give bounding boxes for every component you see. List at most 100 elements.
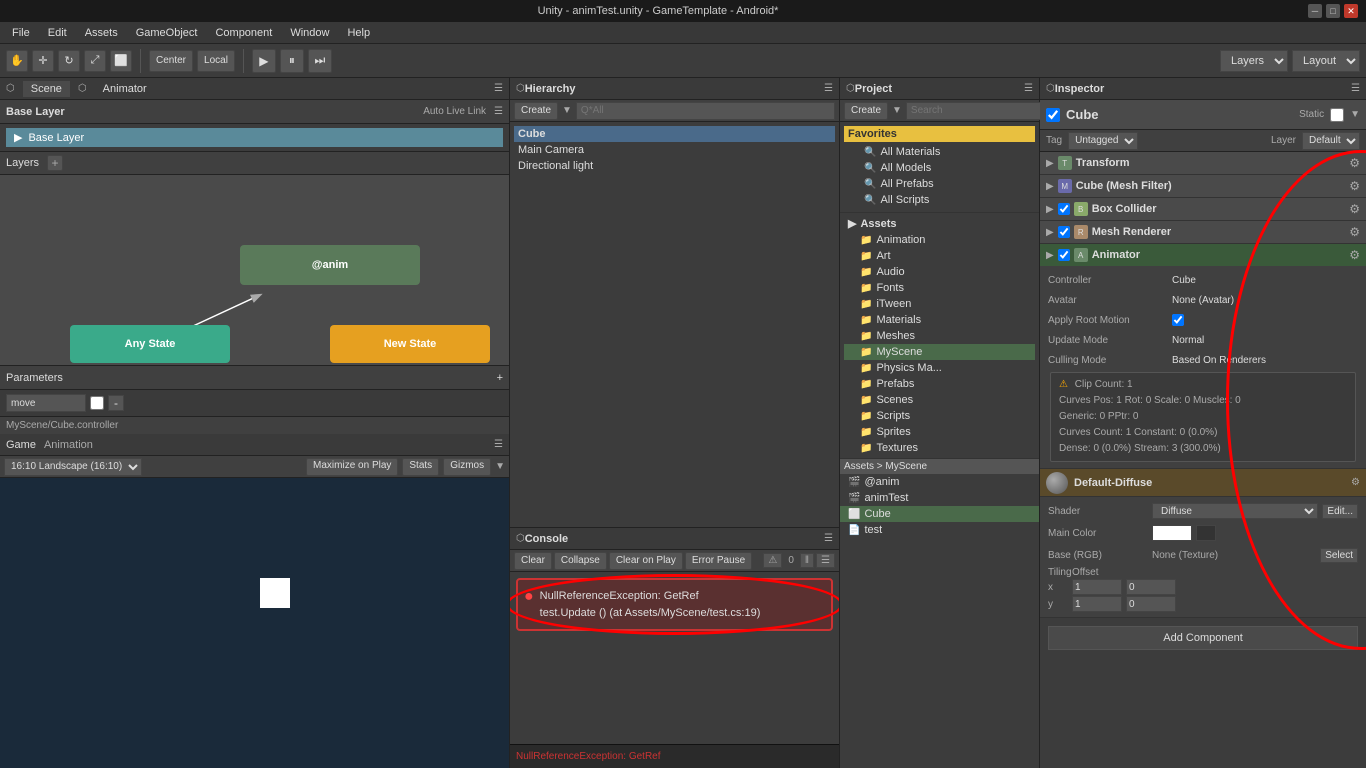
asset-sprites[interactable]: 📁 Sprites [844,424,1035,440]
base-layer-item[interactable]: ▶ Base Layer [6,128,503,147]
layout-dropdown[interactable]: Layout [1292,50,1360,72]
menu-file[interactable]: File [4,25,38,41]
menu-window[interactable]: Window [282,25,337,41]
param-checkbox[interactable] [90,396,104,410]
offset-x-input[interactable] [1126,579,1176,595]
menu-gameobject[interactable]: GameObject [128,25,206,41]
asset-fonts[interactable]: 📁 Fonts [844,280,1035,296]
mesh-renderer-gear[interactable]: ⚙ [1349,225,1360,239]
console-collapse-btn[interactable]: ‖ [800,553,814,568]
center-button[interactable]: Center [149,50,193,72]
close-button[interactable]: ✕ [1344,4,1358,18]
fav-all-materials[interactable]: 🔍 All Materials [844,144,1035,160]
add-param-button[interactable]: + [497,372,503,384]
state-machine-canvas[interactable]: @anim Any State New State [0,175,509,365]
state-new[interactable]: New State [330,325,490,363]
object-active-checkbox[interactable] [1046,108,1060,122]
project-create-button[interactable]: Create [844,102,888,120]
add-component-button[interactable]: Add Component [1048,626,1358,650]
transform-gear[interactable]: ⚙ [1349,156,1360,170]
asset-scenes[interactable]: 📁 Scenes [844,392,1035,408]
resolution-dropdown[interactable]: 16:10 Landscape (16:10) [4,458,142,476]
maximize-on-play-btn[interactable]: Maximize on Play [306,458,398,476]
pause-button[interactable]: ⏸ [280,49,304,73]
myscene-test[interactable]: 📄 test [840,522,1039,538]
fav-all-models[interactable]: 🔍 All Models [844,160,1035,176]
box-collider-gear[interactable]: ⚙ [1349,202,1360,216]
animator-comp-gear[interactable]: ⚙ [1349,248,1360,262]
create-dropdown-arrow[interactable]: ▼ [562,105,572,116]
asset-itween[interactable]: 📁 iTween [844,296,1035,312]
maximize-button[interactable]: □ [1326,4,1340,18]
auto-live-link[interactable]: Auto Live Link [423,106,486,117]
menu-edit[interactable]: Edit [40,25,75,41]
asset-prefabs[interactable]: 📁 Prefabs [844,376,1035,392]
mesh-renderer-header[interactable]: ▶ R Mesh Renderer ⚙ [1040,221,1366,243]
console-expand-btn[interactable]: ☰ [816,553,835,568]
play-button[interactable]: ▶ [252,49,276,73]
project-menu[interactable]: ☰ [1024,83,1033,94]
add-layer-button[interactable]: + [47,155,63,171]
offset-y-input[interactable] [1126,596,1176,612]
hierarchy-search[interactable] [576,102,835,120]
game-panel-menu[interactable]: ▼ [495,461,505,472]
layer-select[interactable]: Default [1302,132,1360,150]
animator-menu[interactable]: ☰ [494,106,503,117]
clear-on-play-button[interactable]: Clear on Play [609,552,683,570]
gizmos-btn[interactable]: Gizmos [443,458,491,476]
move-tool[interactable]: ✛ [32,50,54,72]
static-dropdown[interactable]: ▼ [1350,109,1360,120]
animator-tab[interactable]: Animator [95,81,155,97]
clear-button[interactable]: Clear [514,552,552,570]
panel-menu[interactable]: ☰ [494,83,503,94]
create-arrow[interactable]: ▼ [892,105,902,116]
console-menu[interactable]: ☰ [824,533,833,544]
create-button[interactable]: Create [514,102,558,120]
minimize-button[interactable]: ─ [1308,4,1322,18]
state-any[interactable]: Any State [70,325,230,363]
asset-meshes[interactable]: 📁 Meshes [844,328,1035,344]
myscene-cube[interactable]: ⬜ Cube [840,506,1039,522]
stats-btn[interactable]: Stats [402,458,439,476]
hier-cube[interactable]: Cube [514,126,835,142]
select-button[interactable]: Select [1320,548,1358,563]
asset-materials[interactable]: 📁 Materials [844,312,1035,328]
asset-scripts[interactable]: 📁 Scripts [844,408,1035,424]
hier-light[interactable]: Directional light [514,158,835,174]
menu-component[interactable]: Component [207,25,280,41]
param-remove-button[interactable]: - [108,395,124,411]
project-search[interactable] [906,102,1048,120]
param-name-input[interactable] [6,394,86,412]
rect-tool[interactable]: ⬜ [110,50,132,72]
hierarchy-menu[interactable]: ☰ [824,83,833,94]
color-picker-black[interactable] [1196,525,1216,541]
menu-assets[interactable]: Assets [77,25,126,41]
rotate-tool[interactable]: ↻ [58,50,80,72]
step-button[interactable]: ⏭ [308,49,332,73]
asset-animation[interactable]: 📁 Animation [844,232,1035,248]
myscene-anim[interactable]: 🎬 @anim [840,474,1039,490]
fav-all-prefabs[interactable]: 🔍 All Prefabs [844,176,1035,192]
animation-tab[interactable]: Animation [44,439,93,451]
local-button[interactable]: Local [197,50,235,72]
box-collider-checkbox[interactable] [1058,203,1070,215]
asset-art[interactable]: 📁 Art [844,248,1035,264]
asset-physics[interactable]: 📁 Physics Ma... [844,360,1035,376]
menu-help[interactable]: Help [339,25,378,41]
layers-dropdown[interactable]: Layers [1220,50,1288,72]
asset-audio[interactable]: 📁 Audio [844,264,1035,280]
shader-select[interactable]: Diffuse [1152,503,1318,519]
hier-camera[interactable]: Main Camera [514,142,835,158]
box-collider-header[interactable]: ▶ B Box Collider ⚙ [1040,198,1366,220]
color-picker-white[interactable] [1152,525,1192,541]
scale-tool[interactable]: ⤢ [84,50,106,72]
animator-comp-checkbox[interactable] [1058,249,1070,261]
tag-select[interactable]: Untagged [1068,132,1138,150]
tiling-x-input[interactable] [1072,579,1122,595]
asset-textures[interactable]: 📁 Textures [844,440,1035,456]
animator-comp-header[interactable]: ▶ A Animator ⚙ [1040,244,1366,266]
apply-root-checkbox[interactable] [1172,314,1184,326]
edit-button[interactable]: Edit... [1322,504,1358,519]
mesh-filter-header[interactable]: ▶ M Cube (Mesh Filter) ⚙ [1040,175,1366,197]
material-header[interactable]: Default-Diffuse ⚙ [1040,469,1366,497]
